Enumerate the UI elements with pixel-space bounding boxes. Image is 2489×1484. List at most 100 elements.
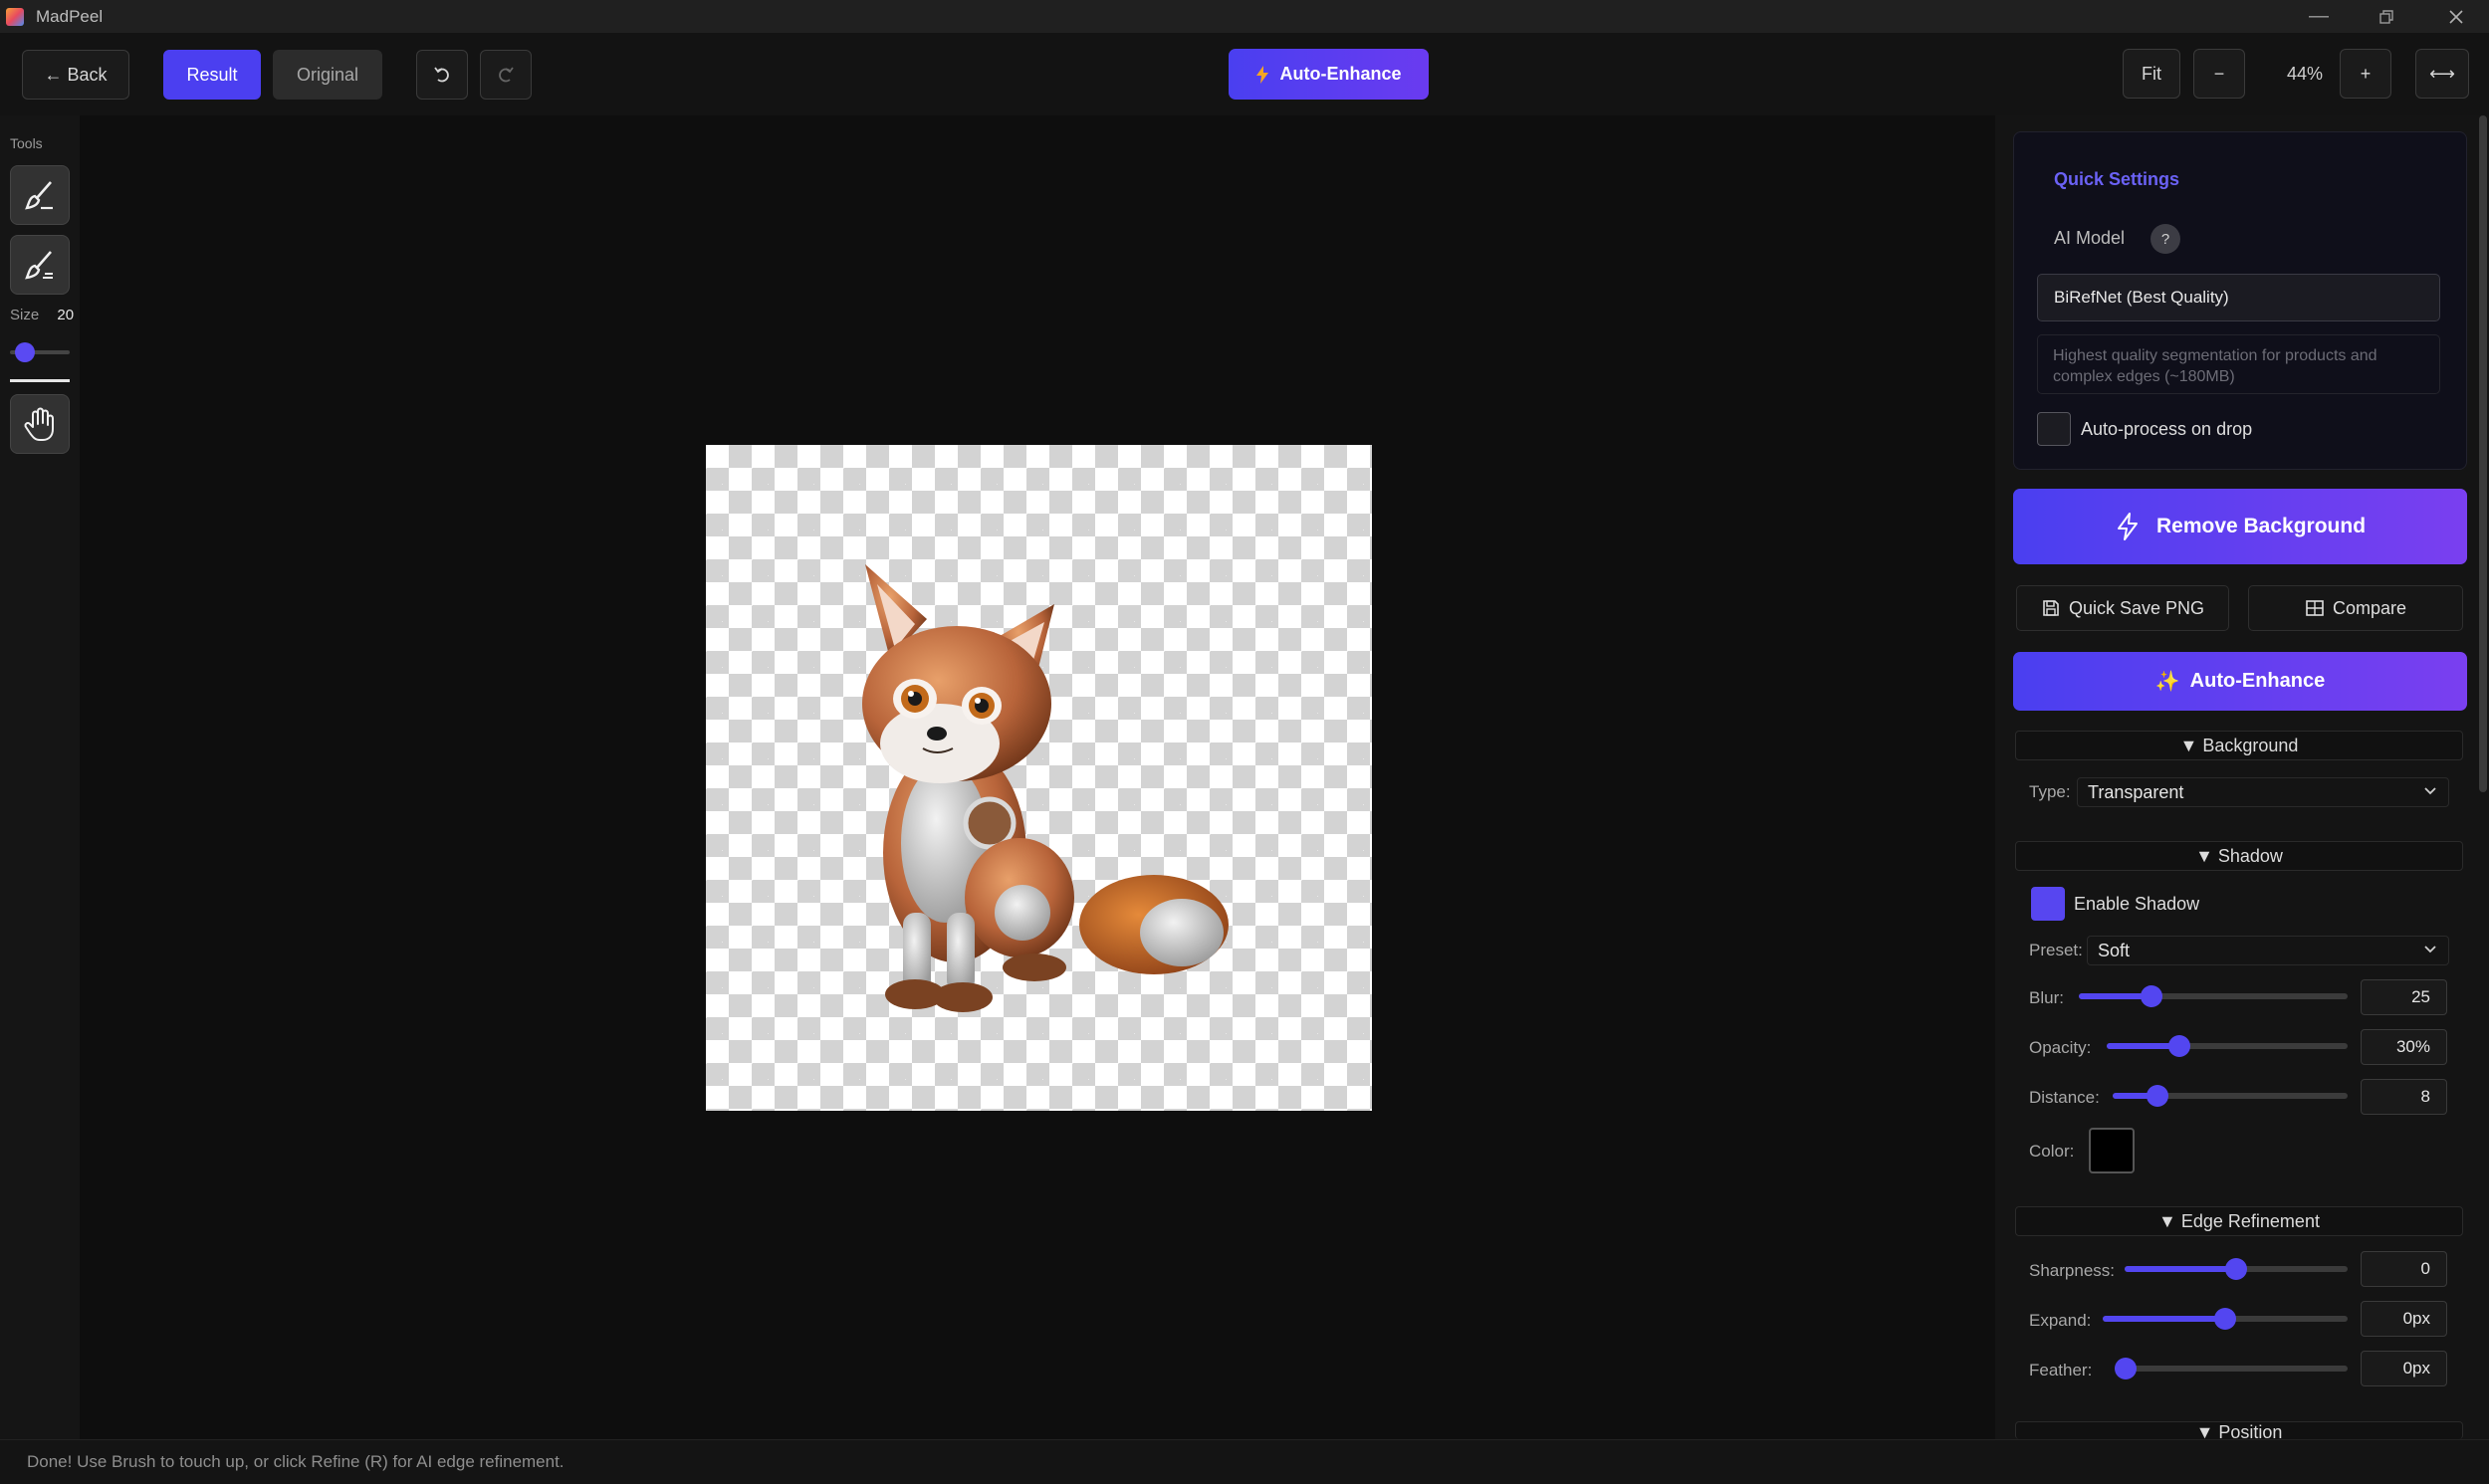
chevron-down-icon xyxy=(2422,782,2438,803)
edge-refinement-section-header[interactable]: ▼ Edge Refinement xyxy=(2015,1206,2463,1236)
result-tab[interactable]: Result xyxy=(163,50,261,100)
quick-save-button[interactable]: Quick Save PNG xyxy=(2016,585,2229,631)
lightning-icon xyxy=(1256,65,1269,84)
back-button[interactable]: ← Back xyxy=(22,50,129,100)
ai-model-label: AI Model xyxy=(2054,228,2126,248)
restore-icon[interactable] xyxy=(2352,0,2421,33)
opacity-slider-thumb[interactable] xyxy=(2167,1035,2190,1057)
remove-background-label: Remove Background xyxy=(2155,515,2367,537)
status-bar: Done! Use Brush to touch up, or click Re… xyxy=(0,1439,2489,1484)
distance-slider[interactable] xyxy=(2113,1085,2348,1107)
shadow-preset-value: Soft xyxy=(2098,940,2131,960)
compare-button[interactable]: Compare xyxy=(2248,585,2463,631)
zoom-level: 44% xyxy=(2286,63,2324,84)
position-section-header[interactable]: ▼ Position xyxy=(2015,1421,2463,1439)
shadow-section-header[interactable]: ▼ Shadow xyxy=(2015,841,2463,871)
sharpness-label: Sharpness: xyxy=(2029,1261,2115,1280)
auto-process-label: Auto-process on drop xyxy=(2081,419,2253,439)
quick-settings-title: Quick Settings xyxy=(2054,169,2180,189)
background-section-header[interactable]: ▼ Background xyxy=(2015,731,2463,760)
result-image[interactable] xyxy=(706,445,1372,1111)
brush-size-label: Size xyxy=(10,307,40,323)
zoom-in-button[interactable]: + xyxy=(2340,49,2391,99)
status-message: Done! Use Brush to touch up, or click Re… xyxy=(27,1452,565,1471)
opacity-value-input[interactable]: 30% xyxy=(2361,1029,2447,1065)
auto-process-checkbox[interactable] xyxy=(2037,412,2071,446)
tool-divider xyxy=(10,379,70,382)
fit-button[interactable]: Fit xyxy=(2123,49,2180,99)
help-icon[interactable]: ? xyxy=(2150,224,2180,254)
opacity-label: Opacity: xyxy=(2029,1038,2092,1057)
shadow-color-swatch[interactable] xyxy=(2089,1128,2135,1173)
sparkles-icon: ✨ xyxy=(2154,671,2180,693)
shadow-color-label: Color: xyxy=(2029,1142,2075,1161)
feather-value-input[interactable]: 0px xyxy=(2361,1351,2447,1386)
shadow-preset-label: Preset: xyxy=(2029,941,2083,959)
auto-enhance-button[interactable]: ✨ Auto-Enhance xyxy=(2013,652,2467,711)
app-logo-icon xyxy=(6,7,24,26)
ai-model-description: Highest quality segmentation for product… xyxy=(2037,334,2440,394)
feather-label: Feather: xyxy=(2029,1361,2093,1379)
quick-save-label: Quick Save PNG xyxy=(2068,597,2205,618)
canvas-area[interactable] xyxy=(80,115,1995,1439)
auto-enhance-label: Auto-Enhance xyxy=(2189,670,2326,692)
background-type-value: Transparent xyxy=(2088,781,2184,802)
background-type-select[interactable]: Transparent xyxy=(2077,777,2449,807)
brush-size-value: 20 xyxy=(57,307,75,323)
sharpness-slider-thumb[interactable] xyxy=(2225,1258,2247,1280)
distance-value-input[interactable]: 8 xyxy=(2361,1079,2447,1115)
sharpness-slider[interactable] xyxy=(2125,1258,2348,1280)
sharpness-slider-fill xyxy=(2125,1266,2236,1272)
pan-tool-button[interactable] xyxy=(10,394,70,454)
remove-background-button[interactable]: Remove Background xyxy=(2013,489,2467,564)
zoom-out-button[interactable]: − xyxy=(2193,49,2245,99)
undo-button[interactable] xyxy=(416,50,468,100)
opacity-slider[interactable] xyxy=(2107,1035,2348,1057)
distance-slider-thumb[interactable] xyxy=(2146,1085,2168,1107)
tools-sidebar: Tools Size 20 xyxy=(0,115,80,1439)
compare-label: Compare xyxy=(2332,597,2407,618)
tools-label: Tools xyxy=(10,135,43,151)
expand-slider[interactable] xyxy=(2103,1308,2348,1330)
blur-slider-thumb[interactable] xyxy=(2140,985,2162,1007)
close-icon[interactable] xyxy=(2421,0,2489,33)
minimize-icon[interactable]: — xyxy=(2284,0,2354,33)
undo-icon xyxy=(434,67,449,83)
expand-label: Expand: xyxy=(2029,1311,2092,1330)
panel-scrollbar[interactable] xyxy=(2479,115,2487,792)
auto-enhance-top-label: Auto-Enhance xyxy=(1279,64,1402,84)
brush-size-thumb[interactable] xyxy=(14,342,35,362)
toolbar: ← Back Result Original Auto-Enhance Fit … xyxy=(0,33,2489,115)
eraser-tool-button[interactable] xyxy=(10,235,70,295)
shadow-preset-select[interactable]: Soft xyxy=(2087,936,2449,965)
feather-slider[interactable] xyxy=(2115,1358,2348,1379)
chevron-down-icon xyxy=(2422,941,2438,961)
app-title: MadPeel xyxy=(36,6,104,26)
enable-shadow-checkbox[interactable] xyxy=(2031,887,2065,921)
blur-value-input[interactable]: 25 xyxy=(2361,979,2447,1015)
ai-model-select[interactable]: BiRefNet (Best Quality) xyxy=(2037,274,2440,321)
feather-slider-thumb[interactable] xyxy=(2115,1358,2137,1379)
blur-label: Blur: xyxy=(2029,988,2064,1007)
robot-fox-image xyxy=(862,564,1229,1012)
title-bar: MadPeel — xyxy=(0,0,2489,33)
blur-slider[interactable] xyxy=(2079,985,2348,1007)
background-type-label: Type: xyxy=(2029,782,2071,801)
brush-restore-icon xyxy=(25,181,53,210)
lightning-outline-icon xyxy=(2117,513,2138,540)
enable-shadow-label: Enable Shadow xyxy=(2074,894,2200,914)
expand-slider-fill xyxy=(2103,1316,2225,1322)
brush-size-row: Size 20 xyxy=(10,307,74,323)
save-icon xyxy=(2043,600,2059,616)
original-tab[interactable]: Original xyxy=(273,50,382,100)
sharpness-value-input[interactable]: 0 xyxy=(2361,1251,2447,1287)
redo-button[interactable] xyxy=(480,50,532,100)
compare-icon xyxy=(2306,600,2324,616)
brush-erase-icon xyxy=(25,251,53,280)
redo-icon xyxy=(499,67,514,83)
brush-tool-button[interactable] xyxy=(10,165,70,225)
fit-width-button[interactable]: ⟷ xyxy=(2415,49,2469,99)
expand-slider-thumb[interactable] xyxy=(2214,1308,2236,1330)
expand-value-input[interactable]: 0px xyxy=(2361,1301,2447,1337)
auto-enhance-top-button[interactable]: Auto-Enhance xyxy=(1229,49,1429,100)
